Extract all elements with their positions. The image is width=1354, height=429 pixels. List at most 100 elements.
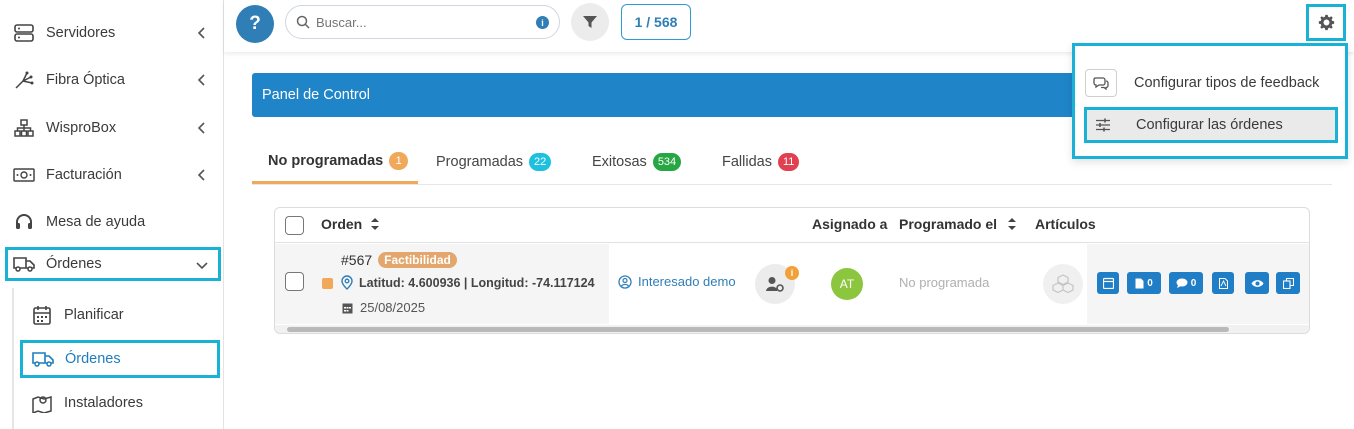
search-input[interactable] [316, 14, 526, 30]
calendar-icon [30, 303, 54, 327]
search-box: i [285, 5, 560, 39]
tab-label: Fallidas [722, 154, 772, 170]
column-label: Asignado a [812, 216, 888, 232]
scheduled-date: No programada [899, 275, 990, 290]
sidebar-item-facturacion[interactable]: Facturación [8, 157, 218, 193]
column-header-orden[interactable]: Orden [321, 216, 380, 232]
tab-no-programadas[interactable]: No programadas 1 [252, 140, 418, 184]
settings-button[interactable] [1306, 4, 1346, 41]
attachments-button[interactable]: 0 [1127, 272, 1161, 294]
submenu-divider [12, 288, 14, 429]
column-header-programado[interactable]: Programado el [899, 216, 1017, 232]
schedule-button[interactable] [1097, 272, 1119, 294]
column-header-asignado: Asignado a [812, 216, 887, 232]
scrollbar-thumb[interactable] [287, 327, 1229, 332]
chevron-left-icon [197, 169, 205, 181]
sort-icon [371, 218, 380, 230]
submenu-item-ordenes[interactable]: Órdenes [20, 340, 220, 378]
comments-count: 0 [1190, 277, 1197, 289]
record-counter[interactable]: 1 / 568 [621, 4, 691, 40]
tab-label: Programadas [436, 154, 524, 170]
attachments-count: 0 [1147, 277, 1153, 289]
client-name: Interesado demo [638, 274, 736, 289]
sidebar-item-mesa-de-ayuda[interactable]: Mesa de ayuda [8, 204, 218, 240]
menu-item-label: Configurar tipos de feedback [1134, 75, 1320, 91]
comments-button[interactable]: 0 [1169, 272, 1203, 294]
sidebar-item-servidores[interactable]: Servidores [8, 15, 218, 51]
sidebar-item-label: Mesa de ayuda [46, 214, 146, 230]
pdf-button[interactable] [1212, 272, 1234, 294]
calendar-icon [1102, 277, 1114, 289]
view-button[interactable] [1245, 272, 1269, 294]
pdf-icon [1218, 277, 1228, 289]
sidebar-item-label: Facturación [46, 167, 122, 183]
column-header-articulos: Artículos [1035, 216, 1096, 232]
sidebar-item-wisprobox[interactable]: WisproBox [8, 110, 218, 146]
sidebar-item-fibra-optica[interactable]: Fibra Óptica [8, 62, 218, 98]
tab-label: Exitosas [592, 154, 647, 170]
search-icon [296, 15, 310, 29]
comments-icon [1085, 69, 1117, 97]
truck-icon [31, 347, 55, 371]
location-pin-icon [341, 275, 353, 290]
sidebar-item-ordenes[interactable]: Órdenes [5, 247, 221, 281]
menu-item-label: Configurar las órdenes [1136, 117, 1283, 133]
help-button[interactable]: ? [236, 5, 274, 43]
tab-label: No programadas [268, 152, 384, 169]
server-icon [12, 21, 36, 45]
menu-item-configure-feedback-types[interactable]: Configurar tipos de feedback [1085, 66, 1337, 100]
user-settings-icon [766, 277, 784, 292]
tab-count-badge: 22 [529, 153, 552, 171]
settings-dropdown: Configurar tipos de feedback Configurar … [1072, 43, 1348, 159]
client-link[interactable]: Interesado demo [618, 274, 736, 289]
submenu-item-planificar[interactable]: Planificar [22, 297, 218, 333]
submenu-item-instaladores[interactable]: Instaladores [22, 385, 218, 421]
column-label: Programado el [899, 216, 998, 232]
chevron-left-icon [197, 74, 205, 86]
column-label: Artículos [1035, 216, 1096, 232]
submenu-item-label: Planificar [64, 307, 124, 323]
app: Servidores Fibra Óptica WisproBox Factur… [0, 0, 1354, 429]
row-checkbox[interactable] [285, 272, 304, 291]
filter-icon [583, 16, 597, 28]
chevron-left-icon [197, 27, 205, 39]
tab-count-badge: 534 [652, 153, 682, 171]
chevron-left-icon [197, 122, 205, 134]
sidebar: Servidores Fibra Óptica WisproBox Factur… [0, 0, 224, 429]
comment-icon [1176, 278, 1188, 288]
submenu-item-label: Instaladores [64, 395, 143, 411]
order-coordinates: Latitud: 4.600936 | Longitud: -74.117124 [359, 275, 595, 290]
user-circle-icon [618, 274, 632, 289]
filter-button[interactable] [571, 3, 609, 41]
headset-icon [12, 210, 36, 234]
truck-icon [12, 252, 36, 276]
copy-button[interactable] [1276, 272, 1300, 294]
assignee-avatar[interactable]: AT [831, 268, 863, 300]
items-button[interactable] [1043, 264, 1083, 304]
sliders-icon [1087, 111, 1119, 139]
priority-marker [322, 278, 333, 289]
status-badge: Factibilidad [378, 252, 457, 268]
money-icon [12, 163, 36, 187]
tab-count-badge: 11 [777, 153, 800, 171]
panel-title: Panel de Control [262, 87, 371, 103]
tab-fallidas[interactable]: Fallidas 11 [722, 140, 800, 184]
chevron-down-icon [196, 262, 208, 270]
network-icon [12, 116, 36, 140]
table-header: Orden Asignado a Programado el Artículos [275, 208, 1309, 243]
table-row[interactable]: #567 Factibilidad Latitud: 4.600936 | Lo… [275, 244, 1309, 324]
info-badge: i [785, 266, 799, 280]
sidebar-item-label: Órdenes [46, 256, 102, 272]
eye-icon [1251, 279, 1263, 287]
fiber-icon [12, 68, 36, 92]
order-id[interactable]: #567 [341, 252, 372, 268]
sort-icon [1008, 218, 1017, 230]
menu-item-configure-orders[interactable]: Configurar las órdenes [1084, 107, 1338, 143]
sidebar-item-label: WisproBox [46, 120, 117, 136]
tab-programadas[interactable]: Programadas 22 [436, 140, 552, 184]
select-all-checkbox[interactable] [285, 216, 304, 235]
info-icon[interactable]: i [536, 16, 549, 29]
sidebar-item-label: Servidores [46, 25, 116, 41]
horizontal-scrollbar[interactable] [275, 325, 1309, 333]
tab-exitosas[interactable]: Exitosas 534 [592, 140, 682, 184]
